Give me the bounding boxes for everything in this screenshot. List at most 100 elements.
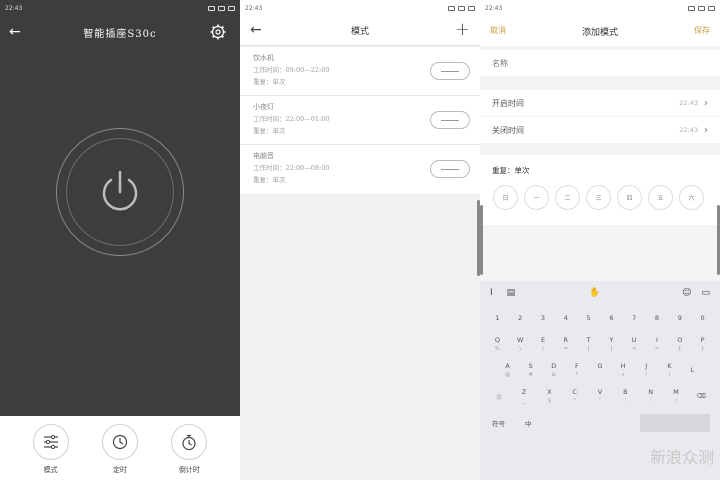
app-header: 取消 添加模式 保存	[480, 16, 720, 46]
countdown-button[interactable]: 倒计时	[171, 416, 208, 480]
cancel-button[interactable]: 取消	[490, 25, 506, 36]
key-n[interactable]: N;	[639, 383, 662, 409]
end-time-row[interactable]: 关闭时间 22:43 ›	[480, 117, 720, 143]
key-4[interactable]: 4	[555, 305, 576, 331]
keyboard-row-3: 词 Z _ X $ C " V ' B: N; M / ⌫	[480, 383, 720, 409]
keyboard-row-numbers: 1 2 3 4 5 6 7 8 9 0	[480, 305, 720, 331]
gear-icon[interactable]	[210, 24, 226, 40]
day-sat[interactable]: 六	[679, 185, 704, 210]
key-sublabel: 词	[496, 394, 502, 401]
mode-toggle[interactable]	[430, 160, 470, 178]
key-label: A	[505, 362, 510, 370]
key-label: Y	[609, 336, 614, 344]
keyboard-bottom-row: 符号 中	[480, 409, 720, 437]
mode-button[interactable]: 模式	[32, 416, 69, 480]
key-7[interactable]: 7	[624, 305, 645, 331]
countdown-label: 倒计时	[178, 466, 200, 474]
key-label: I	[656, 336, 658, 344]
key-5[interactable]: 5	[578, 305, 599, 331]
mode-toggle[interactable]	[430, 62, 470, 80]
emoji-icon[interactable]: ☺	[682, 288, 691, 298]
key-r[interactable]: R =	[555, 331, 576, 357]
key-x[interactable]: X $	[538, 383, 561, 409]
key-q[interactable]: Q%	[487, 331, 508, 357]
save-button[interactable]: 保存	[694, 25, 710, 36]
key-j[interactable]: J(	[636, 357, 657, 383]
key-label: F	[575, 362, 579, 370]
timer-label: 定时	[112, 466, 127, 474]
key-sublabel: =	[563, 346, 568, 352]
key-b[interactable]: B:	[614, 383, 637, 409]
day-sun[interactable]: 日	[493, 185, 518, 210]
key-t[interactable]: T[	[578, 331, 599, 357]
key-label: Z	[521, 388, 527, 396]
key-sublabel: ;	[649, 398, 652, 404]
key-l[interactable]: L	[682, 357, 703, 383]
key-label: J	[645, 362, 648, 370]
list-item[interactable]: 电脑音 工作时间：22:00—08:00 重复：单次	[240, 145, 480, 194]
day-thu[interactable]: 四	[617, 185, 642, 210]
key-8[interactable]: 8	[647, 305, 668, 331]
key-m[interactable]: M /	[664, 383, 687, 409]
day-fri[interactable]: 五	[648, 185, 673, 210]
sliders-icon	[32, 424, 69, 460]
add-icon[interactable]: +	[455, 19, 470, 40]
list-item[interactable]: 饮水机 工作时间：09:00—22:00 重复：单次	[240, 47, 480, 96]
day-mon[interactable]: 一	[524, 185, 549, 210]
key-9[interactable]: 9	[669, 305, 690, 331]
chevron-right-icon: ›	[704, 124, 708, 136]
key-label: 9	[677, 314, 682, 322]
name-input[interactable]	[480, 50, 720, 76]
key-e[interactable]: E |	[533, 331, 554, 357]
key-label: R	[563, 336, 569, 344]
key-0[interactable]: 0	[692, 305, 713, 331]
back-arrow-icon[interactable]: ←	[9, 24, 21, 40]
space-key[interactable]	[640, 414, 710, 432]
key-6[interactable]: 6	[601, 305, 622, 331]
day-tue[interactable]: 二	[555, 185, 580, 210]
keyboard-icon[interactable]: ▤	[507, 288, 516, 298]
backspace-key[interactable]: ⌫	[690, 383, 713, 409]
key-2[interactable]: 2	[510, 305, 531, 331]
list-item[interactable]: 小夜灯 工作时间：22:00—01:00 重复：单次	[240, 96, 480, 145]
start-time-row[interactable]: 开启时间 22:43 ›	[480, 90, 720, 116]
key-v[interactable]: V '	[588, 383, 611, 409]
cursor-icon[interactable]: I	[490, 288, 493, 298]
key-g[interactable]: G-	[589, 357, 610, 383]
key-k[interactable]: K)	[659, 357, 680, 383]
mode-toggle[interactable]	[430, 111, 470, 129]
key-a[interactable]: A @	[497, 357, 518, 383]
key-d[interactable]: D &	[543, 357, 564, 383]
keyboard-row-2: A @ S # D & F * G - H + J(K) L	[480, 357, 720, 383]
key-sublabel: -	[599, 372, 601, 378]
word-key[interactable]: 词	[487, 383, 510, 409]
key-y[interactable]: Y]	[601, 331, 622, 357]
key-h[interactable]: H +	[613, 357, 634, 383]
key-label: L	[690, 366, 695, 374]
collapse-icon[interactable]: ▭	[701, 288, 710, 298]
back-arrow-icon[interactable]: ←	[250, 22, 262, 38]
key-label: 8	[654, 314, 660, 322]
power-icon[interactable]	[96, 168, 144, 216]
key-w[interactable]: W \	[510, 331, 531, 357]
key-o[interactable]: O{	[669, 331, 690, 357]
key-p[interactable]: P}	[692, 331, 713, 357]
timer-button[interactable]: 定时	[101, 416, 138, 480]
key-c[interactable]: C "	[563, 383, 586, 409]
key-1[interactable]: 1	[487, 305, 508, 331]
key-label: W	[516, 336, 524, 344]
symbol-key[interactable]: 符号	[492, 418, 505, 428]
key-u[interactable]: U <	[624, 331, 645, 357]
key-f[interactable]: F *	[566, 357, 587, 383]
key-label: K	[667, 362, 672, 370]
chinese-key[interactable]: 中	[525, 418, 532, 428]
key-i[interactable]: I >	[647, 331, 668, 357]
key-label: U	[631, 336, 637, 344]
key-3[interactable]: 3	[533, 305, 554, 331]
key-s[interactable]: S #	[520, 357, 541, 383]
key-label: 5	[586, 314, 591, 322]
gesture-icon[interactable]: ✋	[589, 288, 600, 298]
key-z[interactable]: Z _	[512, 383, 535, 409]
key-label: B	[623, 388, 628, 396]
day-wed[interactable]: 三	[586, 185, 611, 210]
